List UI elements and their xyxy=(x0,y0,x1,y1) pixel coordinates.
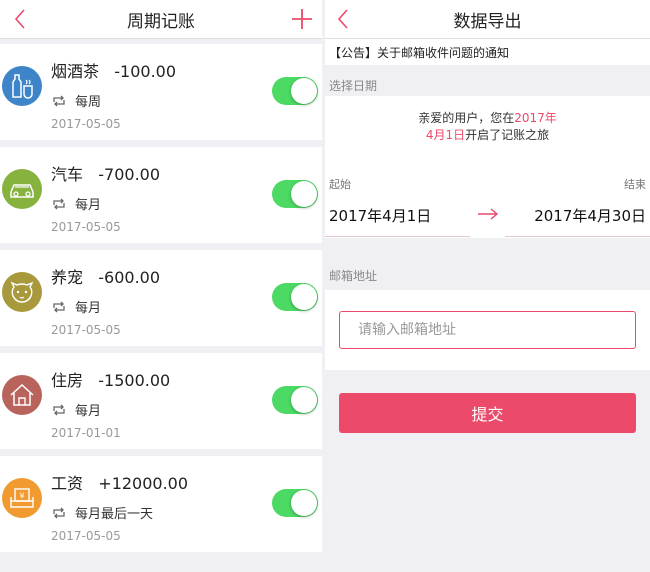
repeat-label: 每周 xyxy=(75,95,102,110)
item-title: 烟酒茶 -100.00 xyxy=(51,62,177,81)
chevron-left-icon xyxy=(14,9,25,29)
enable-toggle[interactable] xyxy=(272,180,318,208)
repeat-label: 每月最后一天 xyxy=(75,507,154,522)
toggle-knob xyxy=(291,78,317,104)
repeat-icon xyxy=(53,507,65,518)
repeat-info: 每周 xyxy=(51,91,101,110)
svg-text:¥: ¥ xyxy=(19,492,24,501)
recurring-item[interactable]: 养宠 -600.00 每月 2017-05-05 xyxy=(0,250,322,346)
recurring-bookkeeping-screen: 周期记账 烟酒茶 -100.00 每周 2017-05-05 汽车 -700.0… xyxy=(0,0,322,572)
toggle-knob xyxy=(291,387,317,413)
email-section-label: 邮箱地址 xyxy=(329,269,378,283)
item-date: 2017-01-01 xyxy=(51,426,121,440)
item-date: 2017-05-05 xyxy=(51,529,121,543)
item-date: 2017-05-05 xyxy=(51,220,121,234)
repeat-label: 每月 xyxy=(75,198,102,213)
item-title: 汽车 -700.00 xyxy=(51,165,161,184)
end-date-picker[interactable]: 2017年4月30日 xyxy=(534,205,646,226)
repeat-info: 每月 xyxy=(51,194,101,213)
repeat-icon xyxy=(53,198,65,209)
bottle-cup-icon xyxy=(2,66,42,106)
enable-toggle[interactable] xyxy=(272,77,318,105)
page-title: 数据导出 xyxy=(453,11,522,32)
back-button[interactable] xyxy=(10,6,30,32)
submit-button[interactable]: 提交 xyxy=(339,393,636,433)
salary-icon: ¥ xyxy=(2,478,42,518)
data-export-screen: 数据导出 【公告】关于邮箱收件问题的通知 选择日期 亲爱的用户，您在2017年 … xyxy=(325,0,650,572)
toggle-knob xyxy=(291,181,317,207)
add-button[interactable] xyxy=(290,7,314,31)
recurring-item[interactable]: 汽车 -700.00 每月 2017-05-05 xyxy=(0,147,322,243)
recurring-item[interactable]: ¥ 工资 +12000.00 每月最后一天 2017-05-05 xyxy=(0,456,322,552)
repeat-icon xyxy=(53,404,65,415)
enable-toggle[interactable] xyxy=(272,386,318,414)
end-date-underline xyxy=(505,236,650,237)
enable-toggle[interactable] xyxy=(272,489,318,517)
toggle-knob xyxy=(291,490,317,516)
item-title: 住房 -1500.00 xyxy=(51,371,171,390)
repeat-info: 每月最后一天 xyxy=(51,503,153,522)
greeting-text: 亲爱的用户，您在2017年 4月1日开启了记账之旅 xyxy=(418,111,557,142)
repeat-icon xyxy=(53,301,65,312)
recurring-item[interactable]: 烟酒茶 -100.00 每周 2017-05-05 xyxy=(0,44,322,140)
plus-icon xyxy=(292,9,312,29)
start-date-picker[interactable]: 2017年4月1日 xyxy=(329,205,431,226)
recurring-item[interactable]: 住房 -1500.00 每月 2017-01-01 xyxy=(0,353,322,449)
repeat-label: 每月 xyxy=(75,301,102,316)
toggle-knob xyxy=(291,284,317,310)
date-section-label: 选择日期 xyxy=(329,79,378,93)
item-date: 2017-05-05 xyxy=(51,323,121,337)
navigation-bar: 数据导出 xyxy=(325,0,650,39)
navigation-bar: 周期记账 xyxy=(0,0,322,39)
enable-toggle[interactable] xyxy=(272,283,318,311)
announcement-link[interactable]: 【公告】关于邮箱收件问题的通知 xyxy=(325,39,650,65)
start-date-underline xyxy=(325,236,470,237)
pet-face-icon xyxy=(2,272,42,312)
page-title: 周期记账 xyxy=(127,11,195,32)
start-label: 起始 xyxy=(329,178,351,191)
car-icon xyxy=(2,169,42,209)
end-label: 结束 xyxy=(624,178,646,191)
repeat-info: 每月 xyxy=(51,297,101,316)
item-date: 2017-05-05 xyxy=(51,117,121,131)
repeat-label: 每月 xyxy=(75,404,102,419)
item-title: 工资 +12000.00 xyxy=(51,474,189,493)
house-icon xyxy=(2,375,42,415)
item-title: 养宠 -600.00 xyxy=(51,268,161,287)
arrow-right-icon xyxy=(478,208,499,220)
repeat-info: 每月 xyxy=(51,400,101,419)
repeat-icon xyxy=(53,95,65,106)
email-input[interactable] xyxy=(339,311,636,349)
chevron-left-icon xyxy=(337,9,348,29)
back-button[interactable] xyxy=(333,6,353,32)
